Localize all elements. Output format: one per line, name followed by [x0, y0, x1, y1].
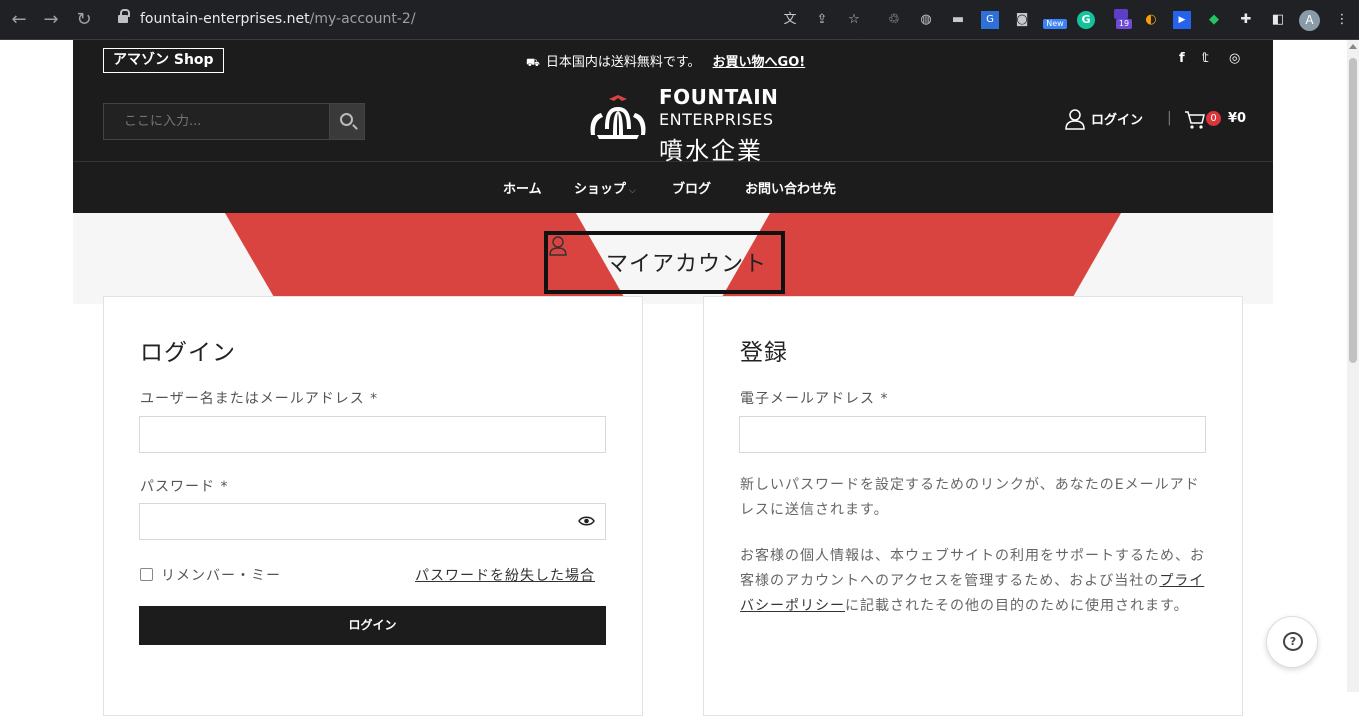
password-link-info: 新しいパスワードを設定するためのリンクが、あなたのEメールアドレスに送信されます…	[740, 477, 1200, 518]
nav-item-home[interactable]: ホーム	[503, 178, 542, 197]
shipping-text: 日本国内は送料無料です。	[545, 55, 701, 70]
sidebar-icon[interactable]: ◧	[1269, 11, 1287, 29]
facebook-icon[interactable]: f	[1179, 51, 1185, 66]
brand-name: FOUNTAIN	[659, 85, 779, 109]
search-field[interactable]	[103, 103, 330, 140]
shipping-notice: ⛟ 日本国内は送料無料です。 お買い物へGO!	[526, 51, 805, 71]
help-chat-button[interactable]: ?	[1266, 616, 1318, 668]
user-icon[interactable]	[1065, 108, 1085, 130]
nav-item-shop[interactable]: ショップ ⌵	[574, 178, 636, 197]
search-icon	[340, 113, 353, 126]
remember-me-checkbox[interactable]	[140, 568, 153, 581]
username-label: ユーザー名またはメールアドレス *	[140, 391, 379, 407]
amazon-shop-button[interactable]: アマゾン Shop	[103, 48, 224, 73]
url-path: /my-account-2/	[309, 11, 416, 27]
google-translate-extension-icon[interactable]: G	[981, 11, 999, 29]
url-host: fountain-enterprises.net	[140, 11, 310, 27]
puzzle-icon[interactable]: ✚	[1237, 11, 1255, 29]
fountain-logo-icon	[590, 95, 646, 139]
moon-icon[interactable]: ◐	[1142, 11, 1160, 29]
top-announcement-bar: アマゾン Shop ⛟ 日本国内は送料無料です。 お買い物へGO! f 𝕥 ◎	[73, 40, 1273, 80]
chevron-down-icon: ⌵	[629, 186, 636, 196]
header-login-link[interactable]: ログイン	[1091, 109, 1143, 128]
show-password-eye-icon[interactable]	[578, 515, 595, 527]
register-card: 登録 電子メールアドレス * 新しいパスワードを設定するためのリンクが、あなたの…	[703, 296, 1243, 716]
header-separator: |	[1167, 110, 1172, 126]
brand-subtitle: ENTERPRISES	[659, 110, 774, 129]
cart-total[interactable]: ¥0	[1228, 111, 1246, 126]
remember-me[interactable]: リメンバー・ミー	[140, 565, 281, 585]
brand-japanese: 噴水企業	[659, 137, 763, 165]
email-label: 電子メールアドレス *	[740, 391, 889, 407]
password-label: パスワード *	[140, 479, 229, 495]
counter-extension-icon[interactable]: 19	[1110, 9, 1132, 29]
cart-count-badge: 0	[1206, 111, 1221, 126]
shop-link[interactable]: お買い物へGO!	[713, 55, 806, 70]
new-badge: New	[1043, 19, 1067, 29]
browser-toolbar: ← → ↻ fountain-enterprises.net/my-accoun…	[0, 0, 1359, 40]
reload-icon[interactable]: ↻	[73, 9, 95, 31]
login-submit-button[interactable]: ログイン	[139, 606, 606, 645]
nav-item-contact[interactable]: お問い合わせ先	[745, 178, 836, 197]
profile-avatar[interactable]: A	[1299, 10, 1320, 31]
page-title: マイアカウント	[606, 252, 768, 277]
account-user-icon	[549, 236, 567, 256]
lock-icon	[118, 9, 130, 25]
globe-icon[interactable]: ◍	[917, 11, 935, 29]
recycle-icon[interactable]: ♲	[885, 11, 903, 29]
question-bubble-icon: ?	[1283, 632, 1303, 651]
new-extension-icon[interactable]: New	[1043, 11, 1067, 29]
instagram-icon[interactable]: ◎	[1229, 51, 1240, 66]
translate-icon[interactable]: 文	[781, 11, 799, 29]
forward-icon[interactable]: →	[40, 9, 62, 31]
cart-icon[interactable]	[1184, 110, 1206, 130]
scrollbar-thumb[interactable]	[1349, 58, 1357, 363]
leaf-icon[interactable]: ◆	[1205, 11, 1223, 29]
email-field[interactable]	[739, 416, 1206, 453]
page-banner: マイアカウント	[73, 213, 1273, 304]
password-field[interactable]	[139, 503, 606, 540]
bookmark-star-icon[interactable]: ☆	[845, 11, 863, 29]
site-logo[interactable]: FOUNTAIN ENTERPRISES 噴水企業	[587, 85, 779, 165]
privacy-notice: お客様の個人情報は、本ウェブサイトの利用をサポートするため、お客様のアカウントへ…	[740, 544, 1210, 619]
printer-icon[interactable]: ▬	[949, 11, 967, 29]
search-input[interactable]	[104, 104, 329, 139]
camera-icon[interactable]: ◙	[1013, 11, 1031, 29]
video-icon[interactable]: ▶	[1173, 11, 1191, 29]
login-heading: ログイン	[140, 340, 236, 366]
count-badge: 19	[1116, 19, 1132, 29]
remember-me-label: リメンバー・ミー	[161, 568, 281, 584]
main-navigation: ホーム ショップ ⌵ ブログ お問い合わせ先	[73, 162, 1273, 213]
twitter-icon[interactable]: 𝕥	[1202, 51, 1209, 66]
privacy-text-after: に記載されたその他の目的のために使用されます。	[845, 598, 1189, 614]
username-field[interactable]	[139, 416, 606, 453]
menu-kebab-icon[interactable]: ⋮	[1333, 11, 1351, 29]
share-icon[interactable]: ⇪	[813, 11, 831, 29]
login-card: ログイン ユーザー名またはメールアドレス * パスワード * リメンバー・ミー …	[103, 296, 643, 716]
lost-password-link[interactable]: パスワードを紛失した場合	[415, 565, 595, 585]
privacy-text-before: お客様の個人情報は、本ウェブサイトの利用をサポートするため、お客様のアカウントへ…	[740, 548, 1205, 589]
page-scrollbar[interactable]	[1347, 40, 1359, 692]
address-bar[interactable]: fountain-enterprises.net/my-account-2/	[108, 5, 873, 35]
site-header: FOUNTAIN ENTERPRISES 噴水企業 ログイン | 0 ¥0	[73, 80, 1273, 165]
nav-item-blog[interactable]: ブログ	[672, 178, 711, 197]
grammarly-icon[interactable]: G	[1077, 11, 1095, 29]
register-heading: 登録	[740, 340, 788, 366]
back-icon[interactable]: ←	[8, 9, 30, 31]
nav-item-shop-label: ショップ	[574, 182, 627, 197]
page-title-frame: マイアカウント	[544, 231, 785, 294]
scroll-up-arrow-icon[interactable]	[1349, 44, 1357, 49]
search-button[interactable]	[329, 103, 365, 140]
truck-icon: ⛟	[526, 56, 540, 69]
